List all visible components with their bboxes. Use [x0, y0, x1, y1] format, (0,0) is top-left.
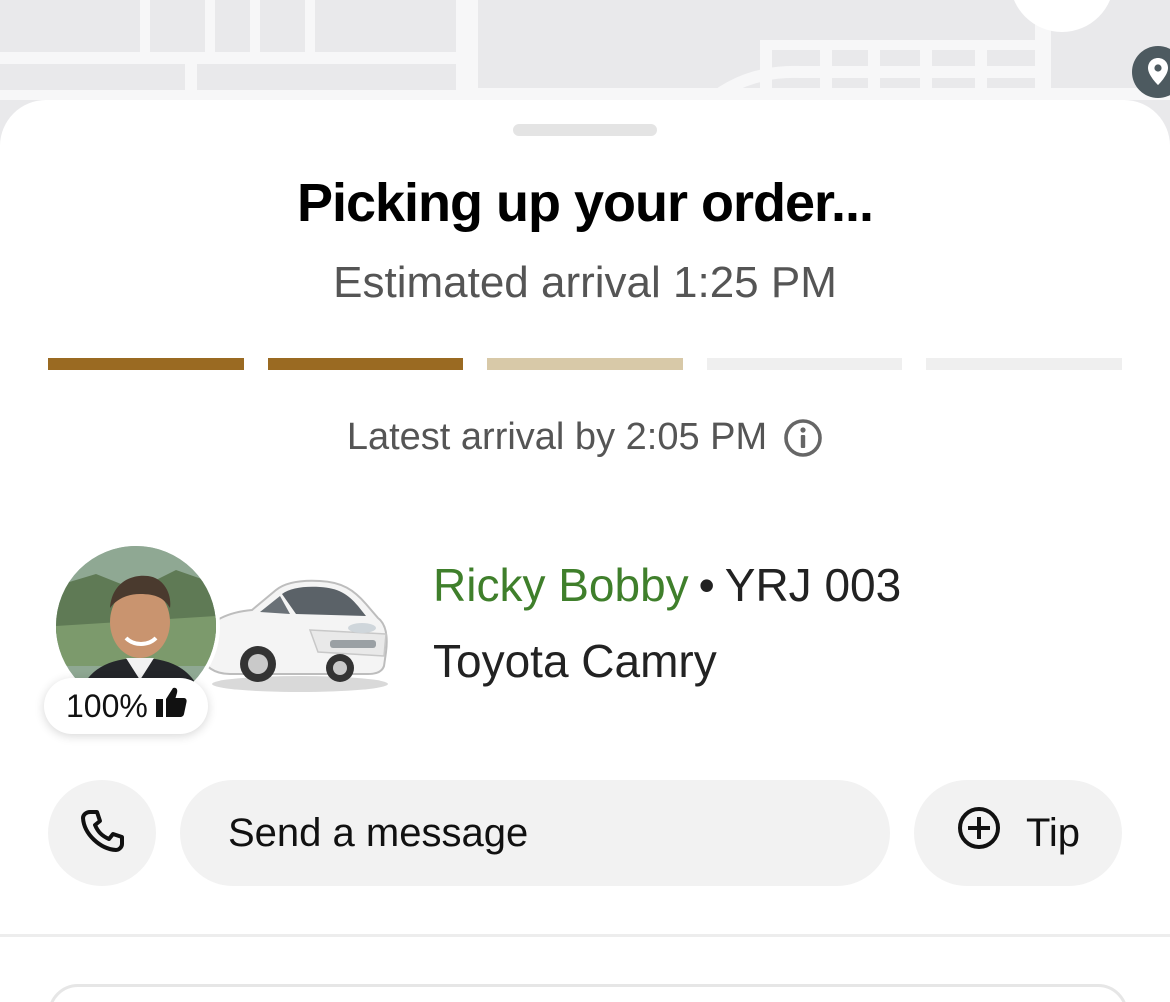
tip-button[interactable]: Tip [914, 780, 1122, 886]
call-driver-button[interactable] [48, 780, 156, 886]
sheet-grabber[interactable] [513, 124, 657, 136]
progress-segment-active [487, 358, 683, 370]
location-pin-icon[interactable] [1130, 44, 1170, 100]
phone-icon [78, 807, 126, 860]
car-model: Toyota Camry [433, 635, 717, 687]
progress-segment-todo [706, 358, 903, 370]
driver-rating: 100% [66, 687, 148, 724]
progress-segment-done [48, 358, 244, 370]
info-icon[interactable] [783, 418, 823, 458]
driver-info: Ricky Bobby • YRJ 003 Toyota Camry [433, 558, 901, 688]
driver-rating-badge: 100% [44, 678, 208, 734]
thumbs-up-icon [154, 685, 188, 727]
estimated-arrival: Estimated arrival 1:25 PM [333, 258, 837, 307]
delivery-progress-bar [48, 358, 1122, 370]
separator-dot: • [698, 559, 715, 611]
driver-name-plate-row: Ricky Bobby • YRJ 003 [433, 558, 901, 612]
send-message-button[interactable]: Send a message [180, 780, 890, 886]
next-section-card[interactable] [48, 984, 1128, 1002]
license-plate: YRJ 003 [724, 559, 902, 611]
plus-circle-icon [956, 805, 1002, 861]
latest-arrival-row[interactable]: Latest arrival by 2:05 PM [0, 416, 1170, 459]
latest-arrival-text: Latest arrival by 2:05 PM [346, 416, 768, 458]
driver-name[interactable]: Ricky Bobby [433, 558, 689, 612]
driver-photo-group[interactable]: 100% [40, 540, 400, 740]
trip-status-sheet: Picking up your order... Estimated arriv… [0, 100, 1170, 1002]
progress-segment-todo [926, 358, 1122, 370]
tip-label: Tip [1025, 810, 1081, 855]
car-image [190, 560, 390, 705]
send-message-label: Send a message [228, 810, 529, 855]
section-divider [0, 934, 1170, 937]
status-title: Picking up your order... [296, 173, 874, 233]
progress-segment-done [267, 358, 464, 370]
